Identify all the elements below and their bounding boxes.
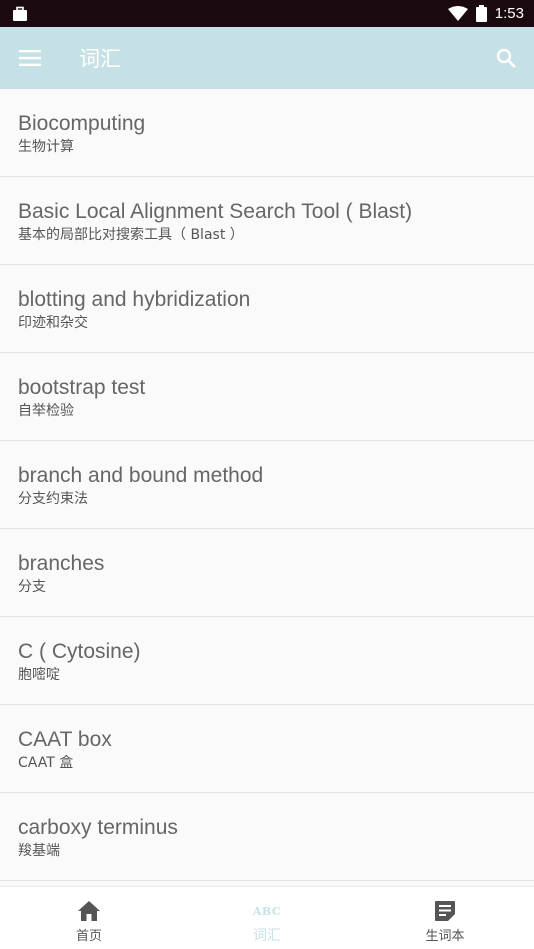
search-icon — [496, 48, 516, 68]
list-item[interactable]: C ( Cytosine) 胞嘧啶 — [0, 617, 534, 705]
word-translation: 分支 — [18, 579, 46, 595]
nav-wordbook[interactable]: 生词本 — [356, 887, 534, 949]
word-translation: CAAT 盒 — [18, 755, 74, 771]
list-item[interactable]: branches 分支 — [0, 529, 534, 617]
word-translation: 羧基端 — [18, 843, 60, 859]
abc-icon: ABC — [253, 899, 281, 923]
bottom-nav: 首页 ABC 词汇 生词本 — [0, 886, 534, 949]
word-translation: 生物计算 — [18, 139, 74, 155]
home-icon — [77, 899, 101, 923]
wifi-icon — [447, 5, 468, 21]
list-item[interactable]: CAAT box CAAT 盒 — [0, 705, 534, 793]
word-term: carboxy terminus — [18, 816, 178, 839]
word-translation: 基本的局部比对搜索工具（ Blast ） — [18, 227, 244, 243]
list-item[interactable]: Basic Local Alignment Search Tool ( Blas… — [0, 177, 534, 265]
word-term: CAAT box — [18, 728, 112, 751]
status-left — [12, 6, 28, 22]
word-translation: 分支约束法 — [18, 491, 88, 507]
list-item[interactable]: Biocomputing 生物计算 — [0, 89, 534, 177]
search-button[interactable] — [478, 27, 534, 89]
list-item[interactable]: blotting and hybridization 印迹和杂交 — [0, 265, 534, 353]
note-icon — [434, 899, 456, 923]
nav-wordbook-label: 生词本 — [425, 929, 465, 944]
word-term: C ( Cytosine) — [18, 640, 141, 663]
nav-vocab[interactable]: ABC 词汇 — [178, 887, 356, 949]
nav-vocab-label: 词汇 — [253, 928, 281, 944]
word-translation: 自举检验 — [18, 403, 74, 419]
status-time: 1:53 — [494, 5, 524, 22]
list-item[interactable]: branch and bound method 分支约束法 — [0, 441, 534, 529]
word-term: blotting and hybridization — [18, 288, 251, 311]
nav-home-label: 首页 — [75, 929, 102, 944]
page-title: 词汇 — [79, 47, 121, 71]
word-term: bootstrap test — [18, 376, 146, 399]
word-translation: 印迹和杂交 — [18, 315, 88, 331]
nav-home[interactable]: 首页 — [0, 887, 178, 949]
briefcase-icon — [13, 6, 27, 21]
status-bar: 1:53 — [0, 0, 534, 27]
word-term: branch and bound method — [18, 464, 264, 487]
app-bar: 词汇 — [0, 27, 534, 89]
battery-icon — [475, 5, 487, 22]
vocab-list: Biocomputing 生物计算 Basic Local Alignment … — [0, 89, 534, 886]
menu-icon — [19, 50, 41, 66]
list-item[interactable]: carboxy terminus 羧基端 — [0, 793, 534, 881]
status-right: 1:53 — [447, 5, 524, 22]
abc-icon-text: ABC — [252, 904, 282, 918]
word-term: Basic Local Alignment Search Tool ( Blas… — [18, 200, 413, 223]
word-translation: 胞嘧啶 — [18, 667, 60, 683]
menu-button[interactable] — [0, 27, 61, 89]
word-term: branches — [18, 552, 105, 575]
word-term: Biocomputing — [18, 112, 146, 135]
list-item[interactable]: bootstrap test 自举检验 — [0, 353, 534, 441]
